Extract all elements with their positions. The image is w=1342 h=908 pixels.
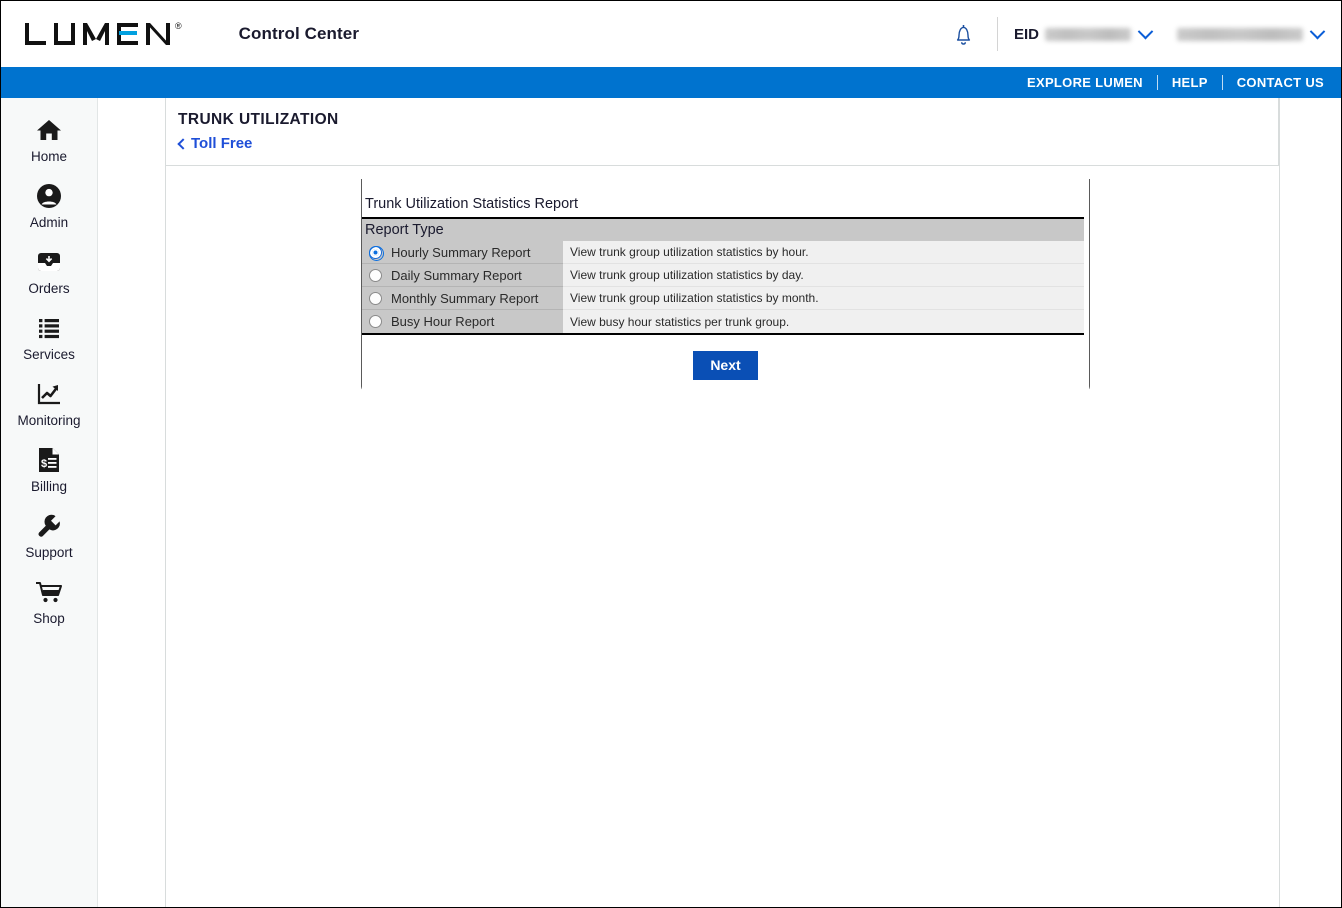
back-to-toll-free-link[interactable]: Toll Free: [177, 135, 253, 152]
sidebar-item-billing[interactable]: $ Billing: [1, 428, 97, 494]
app-window: ® Control Center EID EXPLORE LUMEN HELP …: [0, 0, 1342, 908]
page-header: TRUNK UTILIZATION Toll Free: [166, 98, 1279, 166]
main-content: TRUNK UTILIZATION Toll Free Trunk Utiliz…: [165, 98, 1341, 907]
report-option-description: View trunk group utilization statistics …: [563, 287, 1084, 310]
page-title: TRUNK UTILIZATION: [178, 111, 339, 128]
sidebar-item-shop[interactable]: Shop: [1, 560, 97, 626]
report-option-daily[interactable]: Daily Summary Report: [362, 264, 563, 287]
radio-daily-summary-report[interactable]: [369, 268, 382, 282]
notification-bell-icon: [957, 24, 971, 45]
chart-trend-icon: [36, 379, 62, 409]
nav-contact-us[interactable]: CONTACT US: [1237, 75, 1324, 90]
sidebar-label-shop: Shop: [33, 611, 65, 626]
header-divider: [996, 17, 998, 51]
next-button[interactable]: Next: [693, 350, 758, 380]
user-menu[interactable]: [1177, 23, 1326, 41]
report-panel-title: Trunk Utilization Statistics Report: [365, 196, 579, 212]
header-actions: EID: [947, 1, 1326, 67]
radio-busy-hour-report[interactable]: [369, 315, 382, 328]
radio-hourly-summary-report[interactable]: [369, 245, 384, 261]
sidebar-label-services: Services: [23, 347, 75, 362]
report-option-label: Monthly Summary Report: [391, 290, 539, 306]
report-panel-footer: Next: [362, 335, 1089, 395]
report-type-row[interactable]: Hourly Summary Report View trunk group u…: [362, 241, 1084, 264]
report-option-description: View trunk group utilization statistics …: [563, 241, 1084, 264]
report-type-table: Report Type Hourly Summary Report View t…: [362, 217, 1084, 335]
report-type-row[interactable]: Monthly Summary Report View trunk group …: [362, 287, 1084, 310]
svg-text:$: $: [41, 458, 47, 470]
user-name-redacted: [1177, 27, 1303, 41]
nav-explore-lumen[interactable]: EXPLORE LUMEN: [1027, 75, 1143, 90]
sidebar-label-monitoring: Monitoring: [17, 413, 81, 428]
report-option-monthly[interactable]: Monthly Summary Report: [362, 287, 563, 310]
sidebar-label-home: Home: [30, 149, 67, 164]
sidebar-label-support: Support: [25, 545, 73, 560]
report-option-label: Busy Hour Report: [391, 314, 495, 329]
top-header: ® Control Center EID: [1, 1, 1341, 67]
sidebar-item-support[interactable]: Support: [1, 494, 97, 560]
nav-separator: [1221, 75, 1223, 90]
report-option-busy-hour[interactable]: Busy Hour Report: [362, 310, 563, 333]
invoice-dollar-icon: $: [37, 445, 61, 475]
sidebar-item-admin[interactable]: Admin: [1, 164, 97, 230]
content-right-divider: [1279, 98, 1280, 907]
report-option-label: Hourly Summary Report: [391, 244, 531, 260]
registered-mark: ®: [175, 21, 182, 31]
report-panel: Trunk Utilization Statistics Report Repo…: [361, 179, 1090, 395]
sidebar-label-orders: Orders: [28, 281, 70, 296]
user-circle-icon: [36, 181, 62, 211]
list-icon: [36, 313, 62, 343]
sidebar-item-services[interactable]: Services: [1, 296, 97, 362]
eid-menu[interactable]: EID: [1013, 23, 1154, 43]
inbox-tray-icon: [36, 247, 62, 277]
nav-help[interactable]: HELP: [1172, 75, 1208, 90]
app-title: Control Center: [238, 24, 360, 43]
report-option-hourly[interactable]: Hourly Summary Report: [362, 241, 563, 264]
sidebar-item-home[interactable]: Home: [1, 98, 97, 164]
sidebar-nav: Home Admin Orders Services Monitoring $ …: [1, 98, 98, 907]
eid-value-redacted: [1045, 27, 1131, 41]
sidebar-item-monitoring[interactable]: Monitoring: [1, 362, 97, 428]
sidebar-label-admin: Admin: [29, 215, 69, 230]
chevron-down-icon: [1309, 23, 1326, 39]
lumen-accent-bar: [119, 31, 137, 35]
report-option-description: View busy hour statistics per trunk grou…: [563, 310, 1084, 333]
report-type-row[interactable]: Daily Summary Report View trunk group ut…: [362, 264, 1084, 287]
lumen-wordmark-icon: [25, 23, 170, 45]
wrench-icon: [36, 511, 62, 541]
lumen-logo[interactable]: ®: [23, 19, 182, 49]
sidebar-label-billing: Billing: [30, 479, 68, 494]
report-type-column-header: Report Type: [362, 219, 1084, 241]
report-option-label: Daily Summary Report: [391, 267, 522, 283]
notification-bell-button[interactable]: [947, 17, 981, 51]
eid-label: EID: [1013, 25, 1039, 43]
utility-nav-bar: EXPLORE LUMEN HELP CONTACT US: [1, 67, 1341, 98]
report-type-row[interactable]: Busy Hour Report View busy hour statisti…: [362, 310, 1084, 333]
back-link-label: Toll Free: [191, 135, 253, 152]
report-option-description: View trunk group utilization statistics …: [563, 264, 1084, 287]
radio-monthly-summary-report[interactable]: [369, 291, 382, 305]
shopping-cart-icon: [35, 577, 63, 607]
sidebar-item-orders[interactable]: Orders: [1, 230, 97, 296]
nav-separator: [1156, 75, 1158, 90]
chevron-left-icon: [177, 137, 189, 150]
chevron-down-icon: [1137, 23, 1154, 39]
home-icon: [36, 115, 62, 145]
